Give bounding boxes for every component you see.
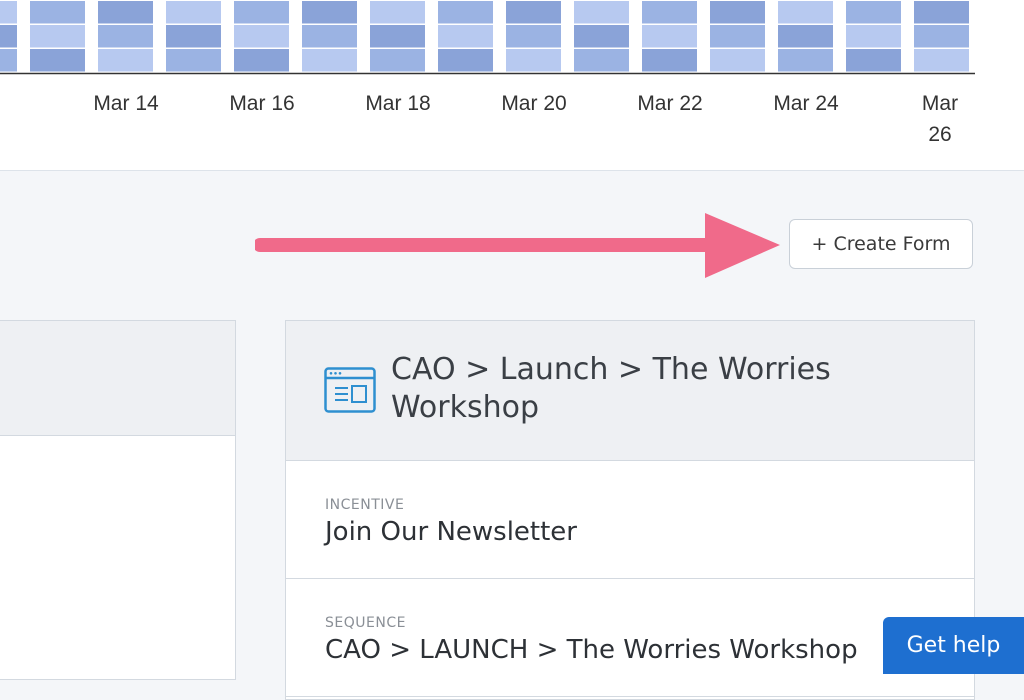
x-tick-label: Mar 20 (501, 92, 567, 115)
bar-segment (846, 25, 901, 48)
bar-segment (506, 25, 561, 48)
bar-segment (302, 49, 357, 72)
bar-segment (302, 25, 357, 48)
create-form-button[interactable]: + Create Form (789, 219, 973, 269)
x-tick-label: Mar 22 (637, 92, 703, 115)
bar-segment (370, 25, 425, 48)
x-tick-label: Mar 14 (93, 92, 159, 115)
bar-segment (914, 25, 969, 48)
sequence-value: CAO > LAUNCH > The Worries Workshop (325, 635, 858, 665)
incentive-label: INCENTIVE (325, 497, 405, 513)
form-title[interactable]: CAO > Launch > The Worries Workshop (391, 351, 951, 427)
bar-segment (642, 25, 697, 48)
bar-segment (574, 49, 629, 72)
bar-segment (234, 25, 289, 48)
bar-segment (0, 1, 17, 24)
bar-segment (30, 49, 85, 72)
x-tick-label: Mar 18 (365, 92, 431, 115)
bar-segment (710, 1, 765, 24)
bar-segment (914, 49, 969, 72)
bar-segment (846, 1, 901, 24)
x-tick-label: Mar 24 (773, 92, 839, 115)
form-window-icon (324, 367, 376, 418)
stacked-bar-chart (0, 1, 975, 75)
bar-segment (30, 25, 85, 48)
annotation-arrow (253, 208, 785, 293)
bar-segment (778, 1, 833, 24)
bar-segment (234, 49, 289, 72)
bar-segment (370, 49, 425, 72)
left-panel (0, 320, 236, 680)
bar-segment (710, 49, 765, 72)
bar-segment (438, 25, 493, 48)
chart-area: 12 Mar 14 Mar 16 Mar 18 Mar 20 Mar 22 Mar 24 Ma… (0, 0, 1024, 171)
bar-segment (0, 49, 17, 72)
bar-segment (166, 49, 221, 72)
bar-segment (846, 49, 901, 72)
incentive-value: Join Our Newsletter (325, 517, 577, 547)
incentive-row: INCENTIVE Join Our Newsletter (286, 461, 974, 579)
x-tick-label: 12 (0, 88, 23, 119)
bar-segment (506, 49, 561, 72)
sequence-row: SEQUENCE CAO > LAUNCH > The Worries Work… (286, 579, 974, 697)
bar-segment (98, 49, 153, 72)
bar-segment (370, 1, 425, 24)
bar-segment (98, 25, 153, 48)
bar-segment (710, 25, 765, 48)
bar-segment (166, 1, 221, 24)
bar-segment (0, 25, 17, 48)
bar-segment (234, 1, 289, 24)
form-card[interactable]: CAO > Launch > The Worries Workshop INCE… (285, 320, 975, 700)
x-tick-label: Mar 26 (921, 92, 959, 146)
x-tick-label: Mar 16 (229, 92, 295, 115)
bar-segment (778, 25, 833, 48)
bar-segment (166, 25, 221, 48)
bar-segment (98, 1, 153, 24)
bar-segment (642, 49, 697, 72)
form-card-header[interactable]: CAO > Launch > The Worries Workshop (286, 321, 974, 461)
get-help-button[interactable]: Get help (883, 617, 1024, 674)
bar-segment (574, 1, 629, 24)
bar-segment (438, 1, 493, 24)
bar-segment (778, 49, 833, 72)
bar-segment (574, 25, 629, 48)
bar-segment (438, 49, 493, 72)
bar-segment (506, 1, 561, 24)
bar-segment (642, 1, 697, 24)
bar-segment (914, 1, 969, 24)
sequence-label: SEQUENCE (325, 615, 406, 631)
bar-segment (302, 1, 357, 24)
bar-segment (30, 1, 85, 24)
left-panel-header (0, 321, 235, 436)
